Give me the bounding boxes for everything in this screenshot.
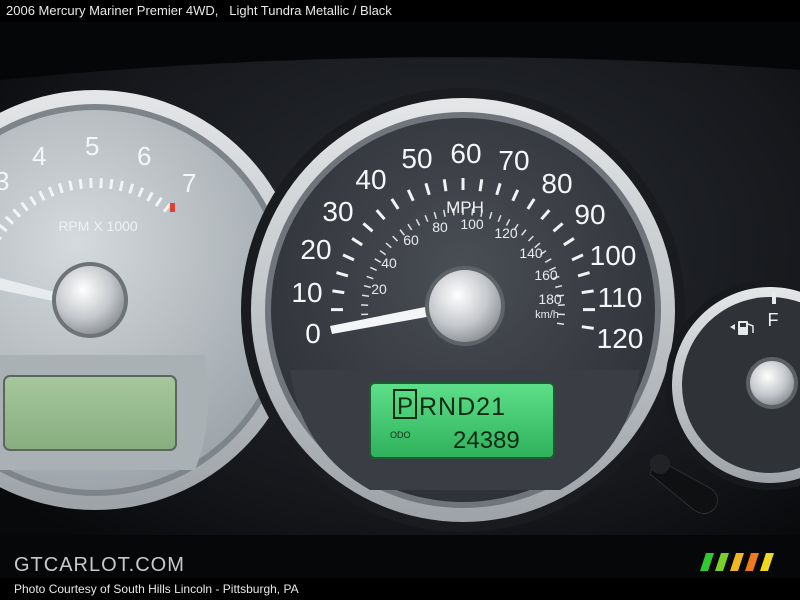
tach-tick-mark-15: [99, 178, 103, 189]
mph-tick-mark-24: [581, 325, 594, 330]
kmh-tick-180: 180: [538, 291, 562, 307]
kmh-tick-60: 60: [403, 232, 419, 248]
kmh-tick-20: 20: [371, 281, 387, 297]
speedo-hub: [429, 270, 501, 342]
caption-color: Light Tundra Metallic / Black: [229, 3, 392, 18]
mph-tick-50: 50: [401, 143, 432, 174]
tach-tick-mark-13: [78, 178, 83, 190]
mph-tick-10: 10: [291, 277, 322, 308]
tach-redline: [170, 203, 175, 212]
tach-tick-6: 6: [137, 141, 151, 171]
kmh-tick-160: 160: [534, 267, 558, 283]
kmh-tick-mark-36: [556, 322, 565, 325]
mph-tick-0: 0: [305, 318, 321, 349]
dashboard-photo: 3 4 5 6 7 RPM X 1000 0 10 20 30 40 50 60…: [0, 22, 800, 578]
odometer-reading: 24389: [453, 427, 520, 454]
tach-tick-5: 5: [85, 131, 99, 161]
mph-tick-mark-22: [581, 289, 594, 295]
kmh-tick-120: 120: [494, 225, 518, 241]
tach-tick-7: 7: [182, 168, 196, 198]
watermark-logo: GTCARLOT.COM: [14, 554, 185, 576]
mph-tick-40: 40: [355, 164, 386, 195]
mph-tick-120: 120: [597, 323, 644, 354]
speedo-unit-label: MPH: [446, 198, 484, 217]
mph-tick-90: 90: [574, 199, 605, 230]
mph-tick-20: 20: [300, 234, 331, 265]
tach-label: RPM X 1000: [58, 218, 138, 234]
tach-tick-3: 3: [0, 166, 9, 196]
credit-bar: Photo Courtesy of South Hills Lincoln - …: [0, 578, 800, 600]
mph-tick-60: 60: [450, 138, 481, 169]
kmh-tick-40: 40: [381, 255, 397, 271]
gear-indicator: RND21: [419, 393, 506, 421]
mph-tick-100: 100: [590, 240, 637, 271]
mph-tick-110: 110: [598, 282, 643, 313]
speedometer: 0 10 20 30 40 50 60 70 80 90 100 110 120…: [241, 88, 685, 532]
fuel-tick: [772, 292, 776, 304]
photo-credit: Photo Courtesy of South Hills Lincoln - …: [14, 582, 299, 596]
fuel-full-label: F: [768, 310, 779, 330]
tach-tick-mark-12: [68, 180, 74, 191]
kmh-tick-80: 80: [432, 219, 448, 235]
mph-tick-mark-11: [442, 179, 448, 192]
tach-tick-mark-16: [109, 178, 114, 190]
kmh-tick-140: 140: [519, 245, 543, 261]
caption-bar: 2006 Mercury Mariner Premier 4WD, Light …: [0, 0, 800, 22]
mph-tick-80: 80: [541, 168, 572, 199]
gear-selected: P: [397, 393, 413, 420]
kmh-tick-mark-3: [361, 294, 370, 297]
tach-lcd: [3, 375, 177, 451]
kmh-tick-100: 100: [460, 216, 484, 232]
tach-tick-4: 4: [32, 141, 46, 171]
trip-reset-knob: [650, 454, 670, 474]
mph-tick-30: 30: [322, 196, 353, 227]
mph-tick-mark-13: [478, 179, 484, 192]
odo-label: ODO: [390, 430, 411, 440]
kmh-unit-label: km/h: [535, 309, 559, 321]
mph-tick-70: 70: [498, 145, 529, 176]
tach-hub: [56, 266, 124, 334]
mph-tick-mark-2: [332, 289, 345, 295]
caption-vehicle: 2006 Mercury Mariner Premier 4WD,: [6, 3, 219, 18]
fuel-hub: [750, 361, 794, 405]
photo-frame: 2006 Mercury Mariner Premier 4WD, Light …: [0, 0, 800, 600]
